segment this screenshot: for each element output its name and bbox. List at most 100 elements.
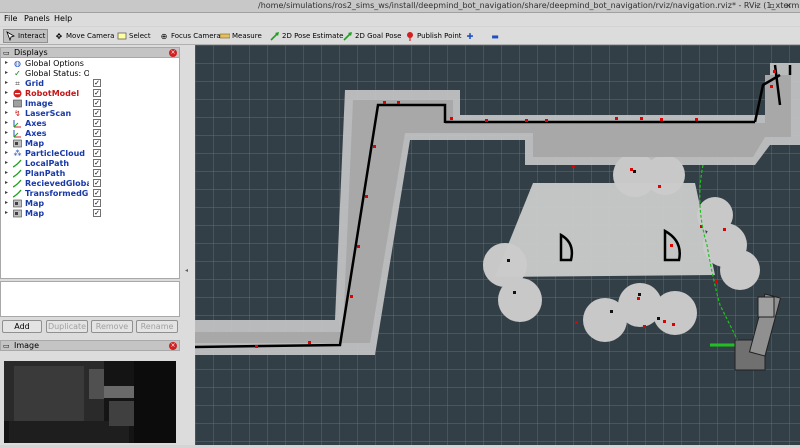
display-item-label: TransformedGl... xyxy=(25,189,89,198)
map-scene xyxy=(194,45,800,445)
display-item-transformedglobal[interactable]: ▸ TransformedGl... ✓ xyxy=(1,189,179,199)
expand-arrow-icon[interactable]: ▸ xyxy=(5,209,8,216)
enable-checkbox[interactable]: ✓ xyxy=(93,79,101,87)
enable-checkbox[interactable]: ✓ xyxy=(93,209,101,217)
displays-panel-title: Displays xyxy=(14,48,48,57)
display-item-global-options[interactable]: ▸ ◍ Global Options xyxy=(1,59,179,69)
path-icon xyxy=(12,159,22,168)
expand-arrow-icon[interactable]: ▸ xyxy=(5,149,8,156)
enable-checkbox[interactable]: ✓ xyxy=(93,169,101,177)
display-item-label: Global Status: Ok xyxy=(25,69,89,78)
remove-tool-button[interactable]: ▬ xyxy=(488,29,504,43)
goal-pose-label: 2D Goal Pose xyxy=(355,32,402,40)
display-item-axes[interactable]: ▸ Axes ✓ xyxy=(1,129,179,139)
enable-checkbox[interactable]: ✓ xyxy=(93,159,101,167)
expand-arrow-icon[interactable]: ▸ xyxy=(5,159,8,166)
image-icon: ▭ xyxy=(3,342,10,350)
dock-splitter[interactable]: ◂ xyxy=(182,45,195,445)
measure-label: Measure xyxy=(232,32,262,40)
expand-arrow-icon[interactable]: ▸ xyxy=(5,89,8,96)
display-item-label: LocalPath xyxy=(25,159,70,168)
3d-viewport[interactable] xyxy=(194,45,800,445)
expand-arrow-icon[interactable]: ▸ xyxy=(5,199,8,206)
add-display-button[interactable]: Add xyxy=(2,320,42,333)
display-item-map[interactable]: ▸ Map ✓ xyxy=(1,139,179,149)
enable-checkbox[interactable]: ✓ xyxy=(93,109,101,117)
window-controls[interactable]: – ▫ × xyxy=(755,1,796,10)
move-camera-label: Move Camera xyxy=(66,32,115,40)
move-camera-tool[interactable]: ✥ Move Camera xyxy=(52,29,116,43)
menu-help[interactable]: Help xyxy=(54,14,72,23)
goal-pose-tool[interactable]: 2D Goal Pose xyxy=(341,29,403,43)
duplicate-display-button[interactable]: Duplicate xyxy=(46,320,88,333)
expand-arrow-icon[interactable]: ▸ xyxy=(5,139,8,146)
ruler-icon xyxy=(220,31,230,41)
displays-tree: ▸ ◍ Global Options ▸ ✓ Global Status: Ok… xyxy=(0,57,180,279)
map-icon xyxy=(13,209,22,218)
measure-tool[interactable]: Measure xyxy=(218,29,264,43)
plus-icon: ✚ xyxy=(466,31,474,41)
pose-estimate-tool[interactable]: 2D Pose Estimate xyxy=(268,29,345,43)
display-item-label: Map xyxy=(25,139,45,148)
close-icon[interactable]: × xyxy=(169,49,177,57)
laser-icon: ↯ xyxy=(14,109,21,118)
expand-arrow-icon[interactable]: ▸ xyxy=(5,129,8,136)
display-description-box xyxy=(0,281,180,317)
enable-checkbox[interactable]: ✓ xyxy=(93,179,101,187)
enable-checkbox[interactable]: ✓ xyxy=(93,119,101,127)
pose-estimate-label: 2D Pose Estimate xyxy=(282,32,344,40)
display-item-planpath[interactable]: ▸ PlanPath ✓ xyxy=(1,169,179,179)
display-item-robotmodel[interactable]: ▸ RobotModel ✓ xyxy=(1,89,179,99)
path-icon xyxy=(12,179,22,188)
display-item-grid[interactable]: ▸ ⌗ Grid ✓ xyxy=(1,79,179,89)
display-item-localpath[interactable]: ▸ LocalPath ✓ xyxy=(1,159,179,169)
display-item-receivedglobal[interactable]: ▸ RecievedGloba... ✓ xyxy=(1,179,179,189)
window-titlebar: /home/simulations/ros2_sims_ws/install/d… xyxy=(0,0,800,13)
menu-panels[interactable]: Panels xyxy=(24,14,50,23)
interact-tool[interactable]: Interact xyxy=(3,29,49,43)
window-title: /home/simulations/ros2_sims_ws/install/d… xyxy=(258,1,800,10)
close-icon[interactable]: × xyxy=(169,342,177,350)
expand-arrow-icon[interactable]: ▸ xyxy=(5,69,8,76)
focus-icon: ⊕ xyxy=(160,31,168,41)
display-item-label: Map xyxy=(25,209,45,218)
cursor-icon xyxy=(6,31,16,41)
display-item-axes[interactable]: ▸ Axes ✓ xyxy=(1,119,179,129)
expand-arrow-icon[interactable]: ▸ xyxy=(5,109,8,116)
expand-arrow-icon[interactable]: ▸ xyxy=(5,169,8,176)
expand-arrow-icon[interactable]: ▸ xyxy=(5,189,8,196)
enable-checkbox[interactable]: ✓ xyxy=(93,149,101,157)
select-tool[interactable]: Select xyxy=(115,29,153,43)
map-icon xyxy=(13,139,22,148)
publish-point-tool[interactable]: Publish Point xyxy=(403,29,464,43)
expand-arrow-icon[interactable]: ▸ xyxy=(5,99,8,106)
select-box-icon xyxy=(117,31,127,41)
grid-icon: ⌗ xyxy=(15,79,20,88)
expand-arrow-icon[interactable]: ▸ xyxy=(5,79,8,86)
enable-checkbox[interactable]: ✓ xyxy=(93,189,101,197)
remove-display-button[interactable]: Remove xyxy=(91,320,133,333)
enable-checkbox[interactable]: ✓ xyxy=(93,199,101,207)
add-tool-button[interactable]: ✚ xyxy=(463,29,479,43)
display-item-label: Image xyxy=(25,99,53,108)
display-item-laserscan[interactable]: ▸ ↯ LaserScan ✓ xyxy=(1,109,179,119)
expand-arrow-icon[interactable]: ▸ xyxy=(5,179,8,186)
goal-arrow-icon xyxy=(343,31,353,41)
display-item-map[interactable]: ▸ Map ✓ xyxy=(1,209,179,219)
enable-checkbox[interactable]: ✓ xyxy=(93,129,101,137)
display-item-image[interactable]: ▸ Image ✓ xyxy=(1,99,179,109)
focus-camera-tool[interactable]: ⊕ Focus Camera xyxy=(157,29,223,43)
check-icon: ✓ xyxy=(14,69,21,78)
menu-file[interactable]: File xyxy=(4,14,17,23)
display-item-global-status[interactable]: ▸ ✓ Global Status: Ok xyxy=(1,69,179,79)
expand-arrow-icon[interactable]: ▸ xyxy=(5,59,8,66)
enable-checkbox[interactable]: ✓ xyxy=(93,99,101,107)
expand-arrow-icon[interactable]: ▸ xyxy=(5,119,8,126)
display-item-particlecloud[interactable]: ▸ ⁂ ParticleCloud ✓ xyxy=(1,149,179,159)
display-item-label: RecievedGloba... xyxy=(25,179,89,188)
focus-camera-label: Focus Camera xyxy=(171,32,221,40)
enable-checkbox[interactable]: ✓ xyxy=(93,89,101,97)
enable-checkbox[interactable]: ✓ xyxy=(93,139,101,147)
rename-display-button[interactable]: Rename xyxy=(136,320,178,333)
display-item-map[interactable]: ▸ Map ✓ xyxy=(1,199,179,209)
